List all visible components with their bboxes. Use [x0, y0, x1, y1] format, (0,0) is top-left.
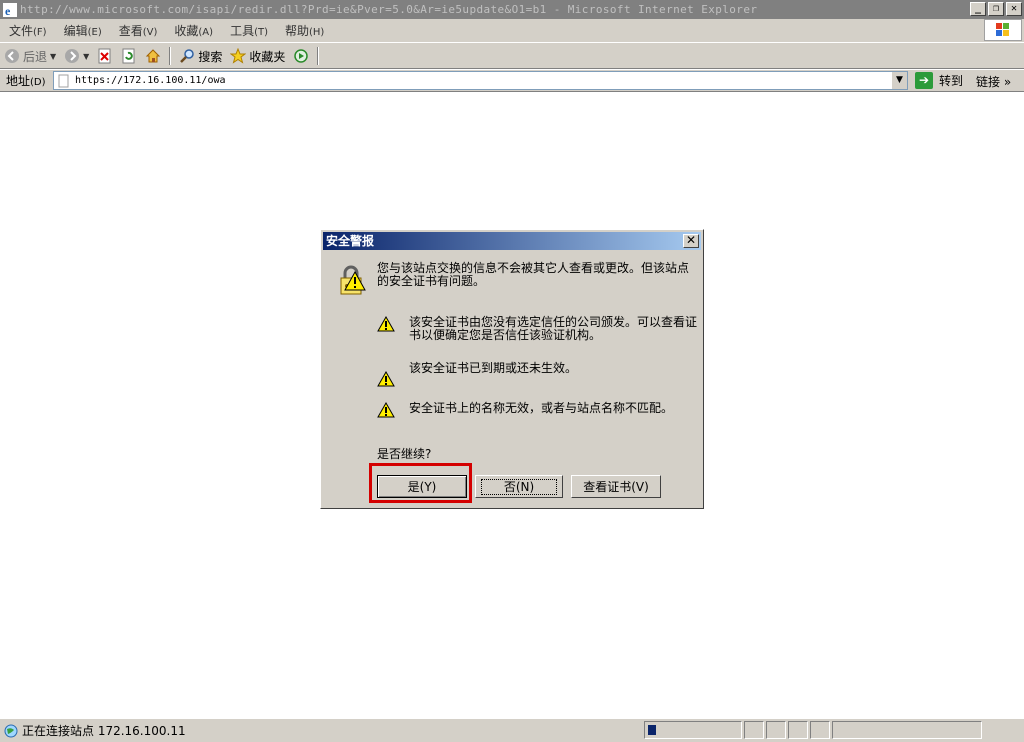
ie-icon: e [3, 2, 17, 17]
close-window-button[interactable]: ✕ [1006, 2, 1022, 16]
minimize-button[interactable]: _ [970, 2, 986, 16]
zone-panel [832, 721, 982, 739]
address-bar: 地址(D) ▼ ➔ 转到 链接 » [0, 69, 1024, 92]
back-arrow-icon [5, 49, 19, 63]
highlight-box [369, 463, 472, 503]
menu-edit[interactable]: 编辑(E) [55, 22, 110, 39]
restore-button[interactable]: ❐ [988, 2, 1004, 16]
status-bar: 正在连接站点 172.16.100.11 [0, 718, 1024, 742]
window-title: http://www.microsoft.com/isapi/redir.dll… [20, 3, 758, 16]
continue-question: 是否继续? [377, 447, 432, 461]
dialog-close-button[interactable]: ✕ [683, 234, 699, 248]
forward-dropdown-icon[interactable]: ▼ [83, 52, 89, 61]
warning-icon [377, 371, 395, 387]
warning-icon [377, 402, 395, 418]
links-button[interactable]: 链接 » [976, 73, 1011, 90]
stop-button[interactable] [93, 48, 117, 64]
back-dropdown-icon[interactable]: ▼ [50, 52, 56, 61]
home-button[interactable] [141, 48, 165, 64]
media-button[interactable] [289, 48, 313, 64]
dialog-message: 您与该站点交换的信息不会被其它人查看或更改。但该站点的安全证书有问题。 [377, 261, 690, 288]
menu-tools[interactable]: 工具(T) [221, 22, 276, 39]
stop-icon [98, 48, 111, 64]
dialog-title-bar[interactable]: 安全警报 ✕ [323, 232, 701, 250]
menu-bar: 文件(F) 编辑(E) 查看(V) 收藏(A) 工具(T) 帮助(H) [0, 19, 1024, 43]
forward-button[interactable]: ▼ [60, 48, 93, 64]
no-button[interactable]: 否(N) [475, 475, 563, 498]
toolbar-separator [317, 47, 320, 65]
star-icon [230, 48, 247, 64]
go-button[interactable]: ➔ 转到 [915, 72, 963, 89]
search-button[interactable]: 搜索 [175, 48, 226, 65]
progress-fill [648, 725, 656, 735]
search-icon [180, 49, 195, 63]
menu-file[interactable]: 文件(F) [0, 22, 55, 39]
menu-view[interactable]: 查看(V) [110, 22, 166, 39]
chevron-right-icon: » [1003, 75, 1012, 89]
globe-icon [4, 724, 18, 737]
view-certificate-button[interactable]: 查看证书(V) [571, 475, 661, 498]
status-panel [766, 721, 786, 739]
svg-text:e: e [5, 4, 11, 17]
address-dropdown-icon[interactable]: ▼ [891, 72, 907, 89]
status-panel [810, 721, 830, 739]
address-input[interactable] [75, 74, 891, 87]
window-title-bar[interactable]: e http://www.microsoft.com/isapi/redir.d… [0, 0, 1024, 19]
warning-icon [377, 316, 395, 332]
progress-bar [644, 721, 742, 739]
back-button[interactable]: 后退 ▼ [0, 48, 60, 65]
toolbar-separator [169, 47, 172, 65]
go-arrow-icon: ➔ [915, 72, 933, 89]
page-icon [58, 74, 69, 87]
status-panels [644, 721, 984, 739]
refresh-button[interactable] [117, 48, 141, 64]
home-icon [146, 49, 161, 63]
media-icon [294, 49, 309, 63]
refresh-icon [122, 48, 135, 64]
address-field[interactable]: ▼ [53, 71, 908, 90]
menu-favorites[interactable]: 收藏(A) [165, 22, 221, 39]
menu-help[interactable]: 帮助(H) [276, 22, 332, 39]
windows-logo-icon [984, 19, 1022, 41]
padlock-warning-icon [340, 265, 366, 295]
status-panel [744, 721, 764, 739]
favorites-button[interactable]: 收藏夹 [226, 48, 289, 65]
status-text: 正在连接站点 172.16.100.11 [22, 724, 186, 738]
status-panel [788, 721, 808, 739]
standard-toolbar: 后退 ▼ ▼ 搜索 收藏夹 [0, 44, 1024, 69]
forward-arrow-icon [65, 49, 80, 63]
address-label: 地址(D) [6, 74, 46, 88]
